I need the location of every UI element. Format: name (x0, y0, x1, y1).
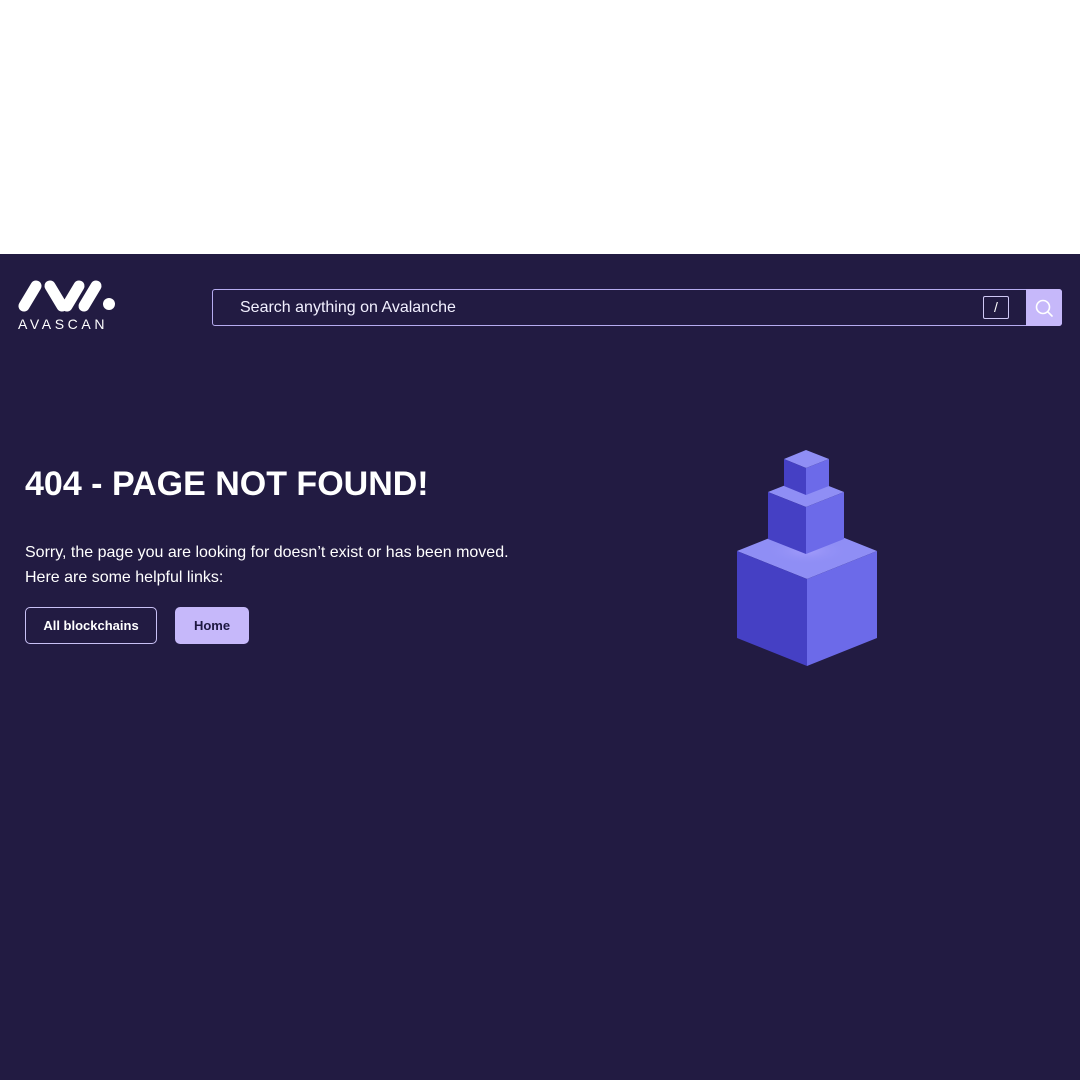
stacked-cubes-illustration (730, 450, 882, 670)
logo-text: AVASCAN (18, 316, 109, 332)
search-input[interactable] (240, 290, 960, 325)
app-container: AVASCAN / 404 - PAGE NOT FOUND! Sorry, t… (0, 254, 1080, 1080)
description-line: Here are some helpful links: (25, 569, 224, 586)
search-button[interactable] (1026, 289, 1062, 326)
search-bar: / (212, 289, 1062, 326)
page-title: 404 - PAGE NOT FOUND! (25, 465, 429, 503)
all-blockchains-button[interactable]: All blockchains (25, 607, 157, 644)
keyboard-shortcut-badge: / (983, 296, 1009, 319)
search-icon (1035, 299, 1053, 317)
home-button[interactable]: Home (175, 607, 249, 644)
description-line: Sorry, the page you are looking for does… (25, 544, 509, 561)
error-description: Sorry, the page you are looking for does… (25, 540, 509, 590)
page: AVASCAN / 404 - PAGE NOT FOUND! Sorry, t… (0, 0, 1080, 1080)
blank-area (0, 0, 1080, 254)
logo-mark-icon (18, 280, 115, 312)
avascan-logo[interactable]: AVASCAN (18, 278, 118, 334)
